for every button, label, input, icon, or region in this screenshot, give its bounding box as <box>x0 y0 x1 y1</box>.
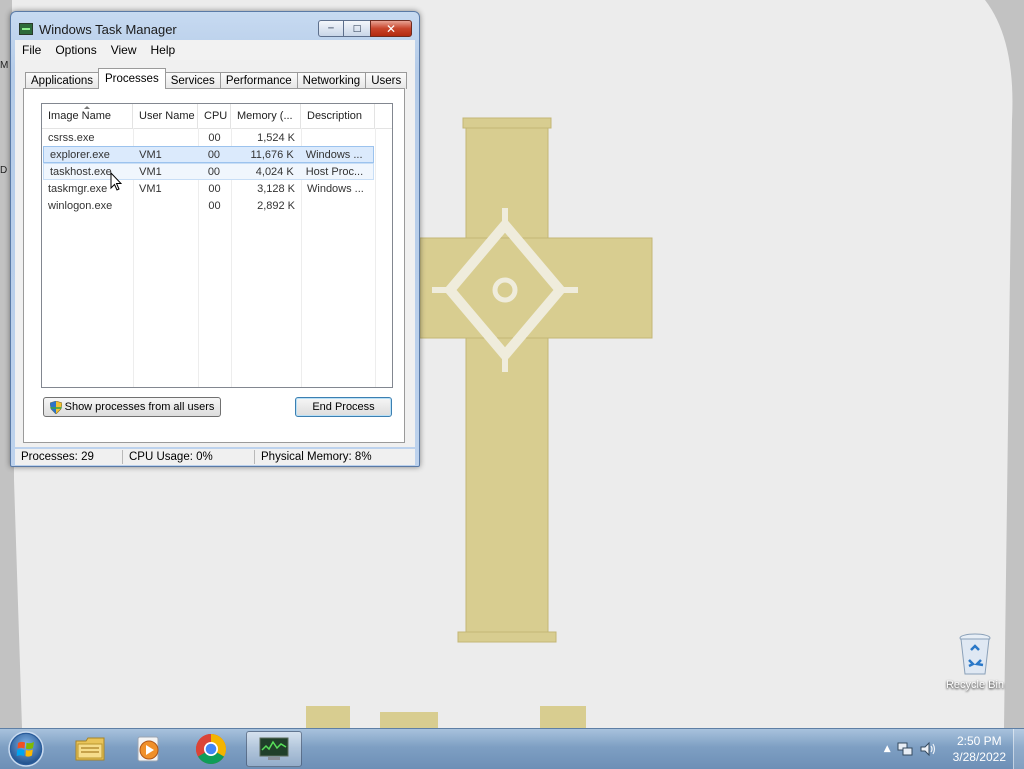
cell-memory: 2,892 K <box>257 199 295 212</box>
cell-memory: 1,524 K <box>257 131 295 144</box>
column-header-memory[interactable]: Memory (... <box>231 104 301 128</box>
cell-description: Host Proc... <box>305 165 364 178</box>
desktop-icon-label: Recycle Bin <box>945 679 1005 691</box>
taskbar: ▲ 2:50 PM 3/28/2022 <box>0 728 1024 769</box>
column-label: CPU <box>204 110 228 122</box>
processes-panel: Image Name User Name CPU Memory (... Des… <box>23 88 405 443</box>
sort-ascending-icon <box>84 106 90 109</box>
media-player-icon <box>137 736 159 762</box>
tab-networking[interactable]: Networking <box>296 72 367 89</box>
cell-image: explorer.exe <box>50 148 110 161</box>
taskbar-chrome-button[interactable] <box>183 731 239 767</box>
maximize-button[interactable]: □ <box>344 20 370 37</box>
column-label: Image Name <box>48 110 111 122</box>
menu-options[interactable]: Options <box>48 43 103 57</box>
task-manager-icon <box>19 23 33 35</box>
column-label: Description <box>307 110 363 122</box>
cell-description: Windows ... <box>307 182 364 195</box>
uac-shield-icon <box>49 400 62 414</box>
tab-services[interactable]: Services <box>164 72 221 89</box>
cell-cpu: 00 <box>208 131 221 144</box>
close-icon: ✕ <box>385 21 397 36</box>
window-title: Windows Task Manager <box>39 21 177 37</box>
cell-cpu: 00 <box>207 148 221 161</box>
status-processes: Processes: 29 <box>15 450 123 464</box>
process-row[interactable]: csrss.exe 00 1,524 K <box>42 129 392 146</box>
process-row[interactable]: explorer.exe VM1 00 11,676 K Windows ... <box>43 146 374 163</box>
cell-cpu: 00 <box>208 182 221 195</box>
desktop-edge-letter: D <box>0 165 8 176</box>
tab-users[interactable]: Users <box>365 72 408 89</box>
process-row[interactable]: winlogon.exe 00 2,892 K <box>42 197 392 214</box>
task-manager-window[interactable]: Windows Task Manager ─ □ ✕ File Options … <box>10 11 420 467</box>
column-header-cpu[interactable]: CPU <box>198 104 231 128</box>
column-header-image-name[interactable]: Image Name <box>42 104 133 128</box>
cell-user: VM1 <box>139 182 162 195</box>
tab-applications[interactable]: Applications <box>25 72 100 89</box>
tab-performance[interactable]: Performance <box>219 72 298 89</box>
mouse-cursor-icon <box>110 172 122 191</box>
notification-area: ▲ 2:50 PM 3/28/2022 <box>884 729 1016 769</box>
taskbar-task-manager-button[interactable] <box>246 731 302 767</box>
menu-help[interactable]: Help <box>144 43 183 57</box>
show-all-label: Show processes from all users <box>64 401 215 413</box>
cell-user: VM1 <box>139 165 162 178</box>
maximize-icon: □ <box>352 23 362 34</box>
client-area: Applications Processes Services Performa… <box>15 60 415 447</box>
network-icon[interactable] <box>897 741 913 757</box>
cell-memory: 3,128 K <box>257 182 295 195</box>
end-process-button[interactable]: End Process <box>295 397 392 417</box>
folder-icon <box>75 737 105 761</box>
minimize-button[interactable]: ─ <box>318 20 344 37</box>
show-all-processes-button[interactable]: Show processes from all users <box>43 397 221 417</box>
task-manager-icon <box>259 737 289 760</box>
process-row[interactable]: taskmgr.exe VM1 00 3,128 K Windows ... <box>42 180 392 197</box>
cell-memory: 11,676 K <box>250 148 294 161</box>
cell-image: csrss.exe <box>48 131 95 144</box>
desktop-icon-recycle-bin[interactable]: Recycle Bin <box>943 632 1007 691</box>
column-label: User Name <box>139 110 195 122</box>
system-clock[interactable]: 2:50 PM 3/28/2022 <box>943 733 1016 765</box>
minimize-icon: ─ <box>328 23 334 34</box>
taskbar-explorer-button[interactable] <box>62 731 118 767</box>
title-bar[interactable]: Windows Task Manager <box>19 18 177 40</box>
show-hidden-icons-chevron-icon[interactable]: ▲ <box>884 744 891 754</box>
status-physical-memory: Physical Memory: 8% <box>261 451 372 463</box>
taskbar-media-player-button[interactable] <box>121 731 177 767</box>
menu-file[interactable]: File <box>15 43 48 57</box>
clock-date: 3/28/2022 <box>952 750 1006 764</box>
menu-bar: File Options View Help <box>15 40 415 60</box>
cell-image: winlogon.exe <box>48 199 113 212</box>
caption-buttons: ─ □ ✕ <box>318 20 412 37</box>
desktop-edge-letter: M <box>0 60 9 71</box>
process-list[interactable]: Image Name User Name CPU Memory (... Des… <box>41 103 393 388</box>
chrome-icon <box>195 734 227 765</box>
status-bar: Processes: 29 CPU Usage: 0% Physical Mem… <box>15 449 415 465</box>
status-cpu-usage: CPU Usage: 0% <box>123 450 255 464</box>
recycle-bin-icon <box>959 633 991 675</box>
volume-icon[interactable] <box>919 741 937 757</box>
cell-user: VM1 <box>139 148 162 161</box>
cell-memory: 4,024 K <box>255 165 294 178</box>
cell-description: Windows ... <box>305 148 363 161</box>
show-desktop-button[interactable] <box>1013 729 1024 769</box>
menu-view[interactable]: View <box>104 43 144 57</box>
column-label: Memory (... <box>237 110 293 122</box>
tab-strip: Applications Processes Services Performa… <box>25 68 408 89</box>
process-row[interactable]: taskhost.exe VM1 00 4,024 K Host Proc... <box>43 163 374 180</box>
list-header: Image Name User Name CPU Memory (... Des… <box>42 104 392 129</box>
column-header-user-name[interactable]: User Name <box>133 104 198 128</box>
process-rows: csrss.exe 00 1,524 K explorer.exe VM1 00 11,67… <box>42 129 392 214</box>
cell-cpu: 00 <box>208 199 221 212</box>
start-button[interactable] <box>6 730 46 768</box>
clock-time: 2:50 PM <box>956 734 1002 748</box>
column-header-description[interactable]: Description <box>301 104 375 128</box>
end-process-label: End Process <box>312 401 375 413</box>
tab-processes[interactable]: Processes <box>98 68 166 89</box>
cell-cpu: 00 <box>207 165 221 178</box>
close-button[interactable]: ✕ <box>370 20 412 37</box>
